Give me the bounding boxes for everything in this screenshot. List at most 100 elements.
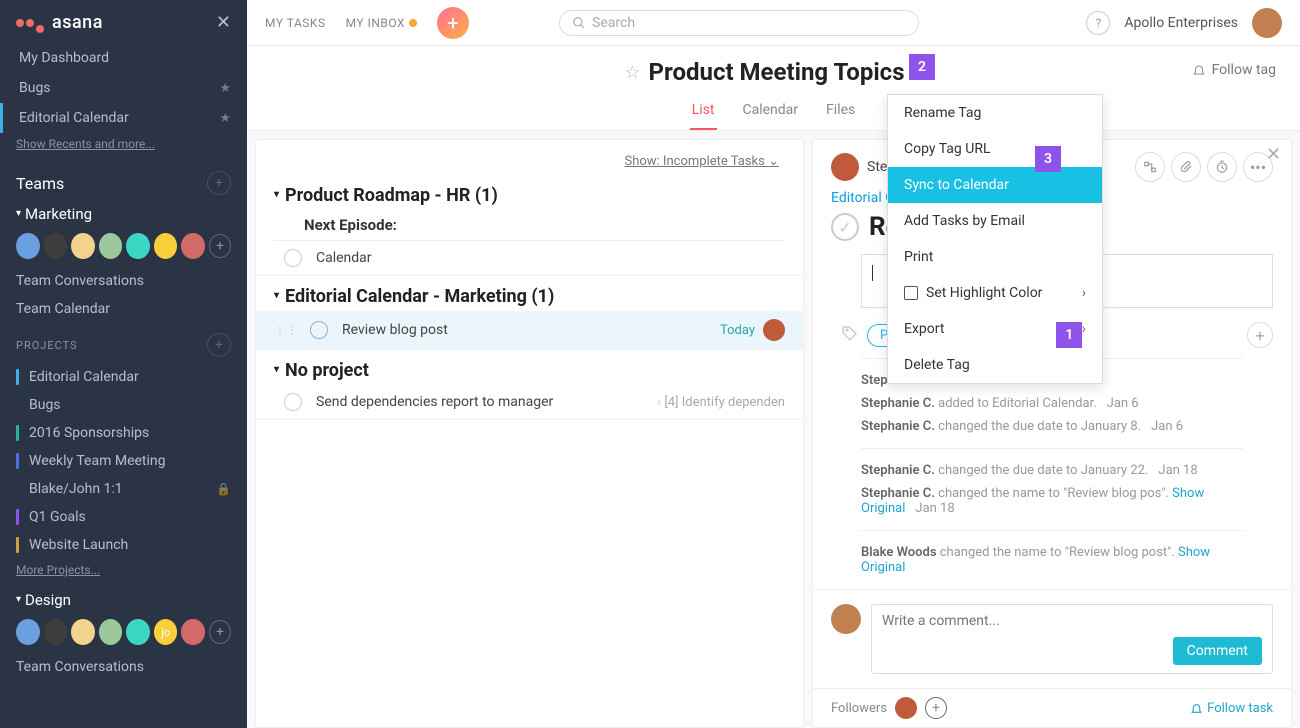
task-row[interactable]: ⋮⋮ Review blog post Today xyxy=(256,311,803,350)
timer-icon[interactable] xyxy=(1207,152,1237,182)
menu-delete-tag[interactable]: Delete Tag xyxy=(888,347,1102,383)
star-outline-icon[interactable]: ☆ xyxy=(624,62,640,83)
project-editorial-calendar[interactable]: Editorial Calendar xyxy=(0,363,247,391)
add-project-button[interactable]: + xyxy=(207,333,231,357)
asana-logo[interactable]: asana xyxy=(16,12,103,33)
task-row[interactable]: Calendar xyxy=(256,241,803,276)
project-sponsorships[interactable]: 2016 Sponsorships xyxy=(0,419,247,447)
menu-add-by-email[interactable]: Add Tasks by Email xyxy=(888,203,1102,239)
tab-list[interactable]: List xyxy=(690,96,717,130)
main: MY TASKS MY INBOX + Search ? Apollo Ente… xyxy=(247,0,1300,728)
task-row[interactable]: Send dependencies report to manager‹ [4]… xyxy=(256,385,803,420)
notification-dot-icon xyxy=(409,19,417,27)
search-icon xyxy=(572,16,586,30)
caret-down-icon: ▾ xyxy=(274,290,279,301)
star-icon: ★ xyxy=(219,111,231,126)
close-detail-icon[interactable]: ✕ xyxy=(1266,144,1281,165)
assignee-avatar[interactable] xyxy=(763,319,785,341)
projects-header: PROJECTS + xyxy=(0,323,247,363)
team-conversations[interactable]: Team Conversations xyxy=(0,267,247,295)
search-input[interactable]: Search xyxy=(559,10,919,36)
menu-sync-calendar[interactable]: Sync to Calendar xyxy=(888,167,1102,203)
project-weekly-meeting[interactable]: Weekly Team Meeting xyxy=(0,447,247,475)
add-member-button[interactable]: + xyxy=(209,620,231,644)
menu-rename-tag[interactable]: Rename Tag xyxy=(888,95,1102,131)
project-q1-goals[interactable]: Q1 Goals xyxy=(0,503,247,531)
nav-bugs[interactable]: Bugs★ xyxy=(0,73,247,103)
avatar[interactable]: jo xyxy=(154,619,178,645)
follower-avatar[interactable] xyxy=(895,697,917,719)
design-members: jo + xyxy=(0,613,247,653)
attachment-icon[interactable] xyxy=(1171,152,1201,182)
marketing-members: + xyxy=(0,227,247,267)
follow-task-button[interactable]: Follow task xyxy=(1190,701,1273,716)
sidebar-close-icon[interactable]: ✕ xyxy=(216,12,231,33)
caret-down-icon: ▾ xyxy=(274,364,279,375)
show-recents-link[interactable]: Show Recents and more... xyxy=(0,133,247,161)
section-roadmap[interactable]: ▾Product Roadmap - HR (1) xyxy=(256,175,803,210)
comment-input[interactable] xyxy=(882,613,1262,629)
subtask-icon[interactable] xyxy=(1135,152,1165,182)
avatar[interactable] xyxy=(154,233,178,259)
project-website-launch[interactable]: Website Launch xyxy=(0,531,247,559)
check-circle-icon[interactable] xyxy=(284,249,302,267)
nav-dashboard[interactable]: My Dashboard xyxy=(0,43,247,73)
followers-label: Followers xyxy=(831,701,887,716)
add-tag-button[interactable]: + xyxy=(1247,322,1273,348)
due-date: Today xyxy=(720,323,755,338)
avatar[interactable] xyxy=(44,233,68,259)
add-team-button[interactable]: + xyxy=(207,171,231,195)
view-tabs: List Calendar Files xyxy=(247,96,1300,131)
project-blake-john[interactable]: Blake/John 1:1🔒 xyxy=(0,475,247,503)
avatar[interactable] xyxy=(126,619,150,645)
team-marketing[interactable]: ▾Marketing xyxy=(0,201,247,227)
comment-area: Comment xyxy=(813,589,1291,688)
menu-copy-url[interactable]: Copy Tag URL xyxy=(888,131,1102,167)
section-editorial[interactable]: ▾Editorial Calendar - Marketing (1) xyxy=(256,276,803,311)
comment-button[interactable]: Comment xyxy=(1173,637,1262,665)
avatar[interactable] xyxy=(16,233,40,259)
add-member-button[interactable]: + xyxy=(209,234,231,258)
subtask-preview: ‹ [4] Identify dependen xyxy=(657,395,785,410)
team-design[interactable]: ▾Design xyxy=(0,587,247,613)
section-no-project[interactable]: ▾No project xyxy=(256,350,803,385)
bell-icon xyxy=(1192,63,1206,77)
avatar[interactable] xyxy=(44,619,68,645)
avatar[interactable] xyxy=(16,619,40,645)
avatar[interactable] xyxy=(71,619,95,645)
add-follower-button[interactable]: + xyxy=(925,697,947,719)
callout-3: 3 xyxy=(1035,146,1061,172)
org-switcher[interactable]: Apollo Enterprises xyxy=(1124,15,1238,31)
avatar[interactable] xyxy=(181,619,205,645)
avatar[interactable] xyxy=(99,619,123,645)
follow-tag-button[interactable]: Follow tag xyxy=(1192,62,1276,78)
complete-check-icon[interactable]: ✓ xyxy=(831,213,859,241)
design-conversations[interactable]: Team Conversations xyxy=(0,653,247,681)
avatar[interactable] xyxy=(126,233,150,259)
activity-item: Stephanie C. changed the name to "Review… xyxy=(861,482,1243,520)
profile-avatar[interactable] xyxy=(1252,8,1282,38)
help-icon[interactable]: ? xyxy=(1086,11,1110,35)
menu-highlight-color[interactable]: Set Highlight Color› xyxy=(888,275,1102,311)
more-projects-link[interactable]: More Projects... xyxy=(0,559,247,587)
caret-down-icon: ▾ xyxy=(274,189,279,200)
my-inbox-link[interactable]: MY INBOX xyxy=(346,16,417,30)
current-user-avatar xyxy=(831,604,861,634)
task-list-pane: Show: Incomplete Tasks ⌄ ▾Product Roadma… xyxy=(255,139,804,728)
avatar[interactable] xyxy=(181,233,205,259)
check-circle-icon[interactable] xyxy=(310,321,328,339)
topbar: MY TASKS MY INBOX + Search ? Apollo Ente… xyxy=(247,0,1300,46)
tab-calendar[interactable]: Calendar xyxy=(741,96,801,130)
quick-add-button[interactable]: + xyxy=(437,7,469,39)
tab-files[interactable]: Files xyxy=(824,96,857,130)
drag-handle-icon[interactable]: ⋮⋮ xyxy=(274,323,298,337)
my-tasks-link[interactable]: MY TASKS xyxy=(265,16,326,30)
avatar[interactable] xyxy=(99,233,123,259)
menu-print[interactable]: Print xyxy=(888,239,1102,275)
team-calendar[interactable]: Team Calendar xyxy=(0,295,247,323)
check-circle-icon[interactable] xyxy=(284,393,302,411)
project-bugs[interactable]: Bugs xyxy=(0,391,247,419)
list-filter[interactable]: Show: Incomplete Tasks ⌄ xyxy=(256,154,803,175)
nav-editorial-calendar[interactable]: Editorial Calendar★ xyxy=(0,103,247,133)
avatar[interactable] xyxy=(71,233,95,259)
